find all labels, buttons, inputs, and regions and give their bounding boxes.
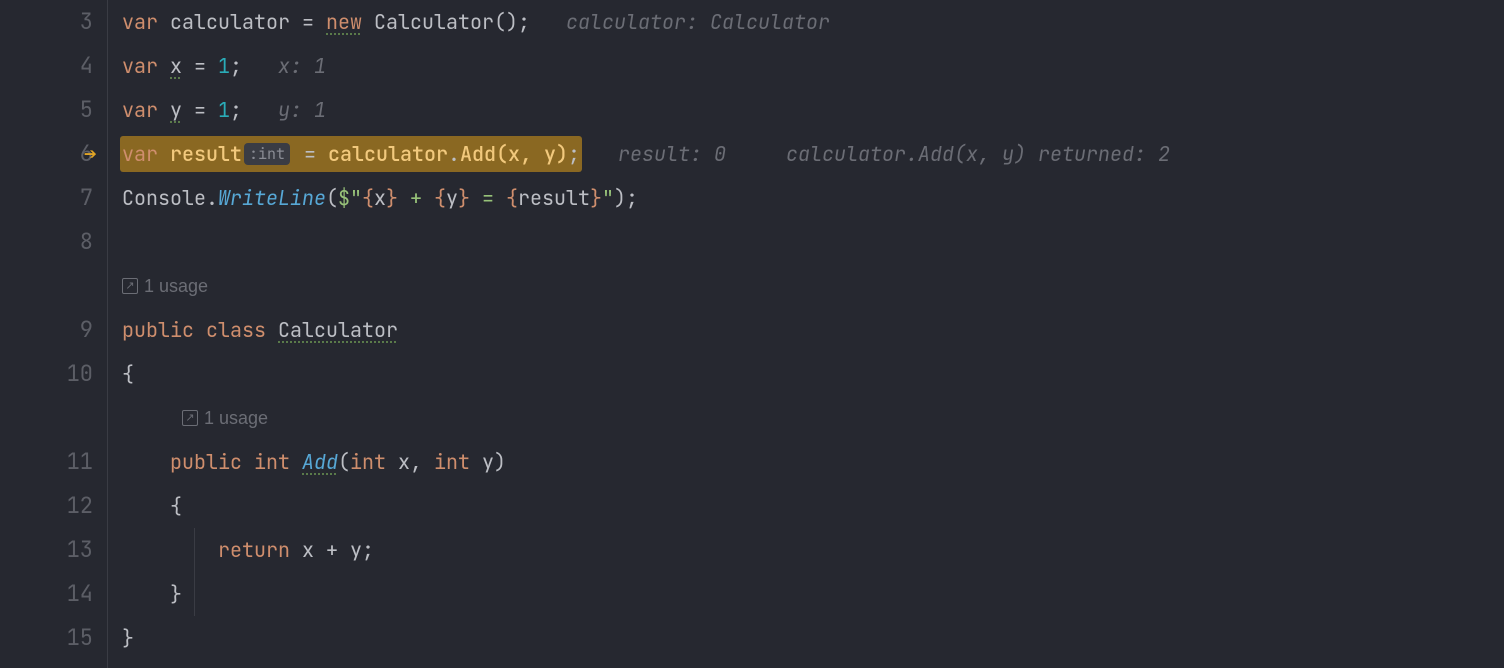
class-name: Calculator [278,308,398,352]
code-line[interactable] [122,220,1504,264]
keyword: var [122,132,158,176]
keyword: new [326,0,362,44]
line-number[interactable]: 10 [0,352,107,396]
code-editor: 3 4 5 6 ➔ 7 8 9 10 11 12 13 14 15 var ca… [0,0,1504,668]
number: 1 [218,44,230,88]
line-number[interactable]: 7 [0,176,107,220]
execution-highlight: var result:int = calculator.Add(x, y); [120,136,582,172]
variable: y [170,88,182,132]
line-number[interactable]: 14 [0,572,107,616]
line-number[interactable]: 13 [0,528,107,572]
code-line[interactable]: var y = 1; y: 1 [122,88,1504,132]
debug-value-hint: calculator.Add(x, y) returned: 2 [786,132,1170,176]
keyword: public [170,440,242,484]
line-number[interactable]: 3 [0,0,107,44]
keyword: int [254,440,290,484]
type-ref: Calculator [362,0,494,44]
code-line[interactable]: { [122,352,1504,396]
usage-hint[interactable]: ↗1 usage [122,396,1504,440]
debug-value-hint: result: 0 [618,132,726,176]
code-line[interactable]: var x = 1; x: 1 [122,44,1504,88]
code-line[interactable]: public class Calculator [122,308,1504,352]
code-line[interactable]: Console.WriteLine($"{x} + {y} = {result}… [122,176,1504,220]
code-line[interactable]: { [122,484,1504,528]
line-number[interactable]: 15 [0,616,107,660]
method-name: Add [302,440,338,484]
number: 1 [218,88,230,132]
variable: calculator [328,132,448,176]
gutter-gap [0,264,107,308]
inline-hint: y: 1 [278,88,326,132]
gutter: 3 4 5 6 ➔ 7 8 9 10 11 12 13 14 15 [0,0,108,668]
line-number[interactable]: 12 [0,484,107,528]
line-number[interactable]: 6 ➔ [0,132,107,176]
type-ref: Console [122,176,206,220]
keyword: public [122,308,194,352]
inline-hint: calculator: Calculator [566,0,830,44]
gutter-gap [0,396,107,440]
inline-type-hint: :int [244,143,290,165]
code-line[interactable]: return x + y; [122,528,1504,572]
keyword: return [218,528,290,572]
keyword: var [122,88,158,132]
code-line[interactable]: } [122,572,1504,616]
line-number[interactable]: 8 [0,220,107,264]
usage-icon: ↗ [122,278,138,294]
keyword: var [122,0,158,44]
keyword: class [206,308,266,352]
code-area[interactable]: var calculator = new Calculator(); calcu… [108,0,1504,668]
method-call: Add [460,132,496,176]
variable: x [170,44,182,88]
code-line[interactable]: } [122,616,1504,660]
variable: calculator [170,0,290,44]
line-number[interactable]: 9 [0,308,107,352]
usage-hint[interactable]: ↗1 usage [122,264,1504,308]
usage-icon: ↗ [182,410,198,426]
line-number[interactable]: 5 [0,88,107,132]
current-line[interactable]: var result:int = calculator.Add(x, y); r… [122,132,1504,176]
variable: result [170,132,242,176]
line-number[interactable]: 11 [0,440,107,484]
method-call: WriteLine [218,176,326,220]
line-number[interactable]: 4 [0,44,107,88]
execution-arrow-icon: ➔ [84,132,97,176]
code-line[interactable]: var calculator = new Calculator(); calcu… [122,0,1504,44]
code-line[interactable]: public int Add(int x, int y) [122,440,1504,484]
keyword: var [122,44,158,88]
inline-hint: x: 1 [278,44,326,88]
